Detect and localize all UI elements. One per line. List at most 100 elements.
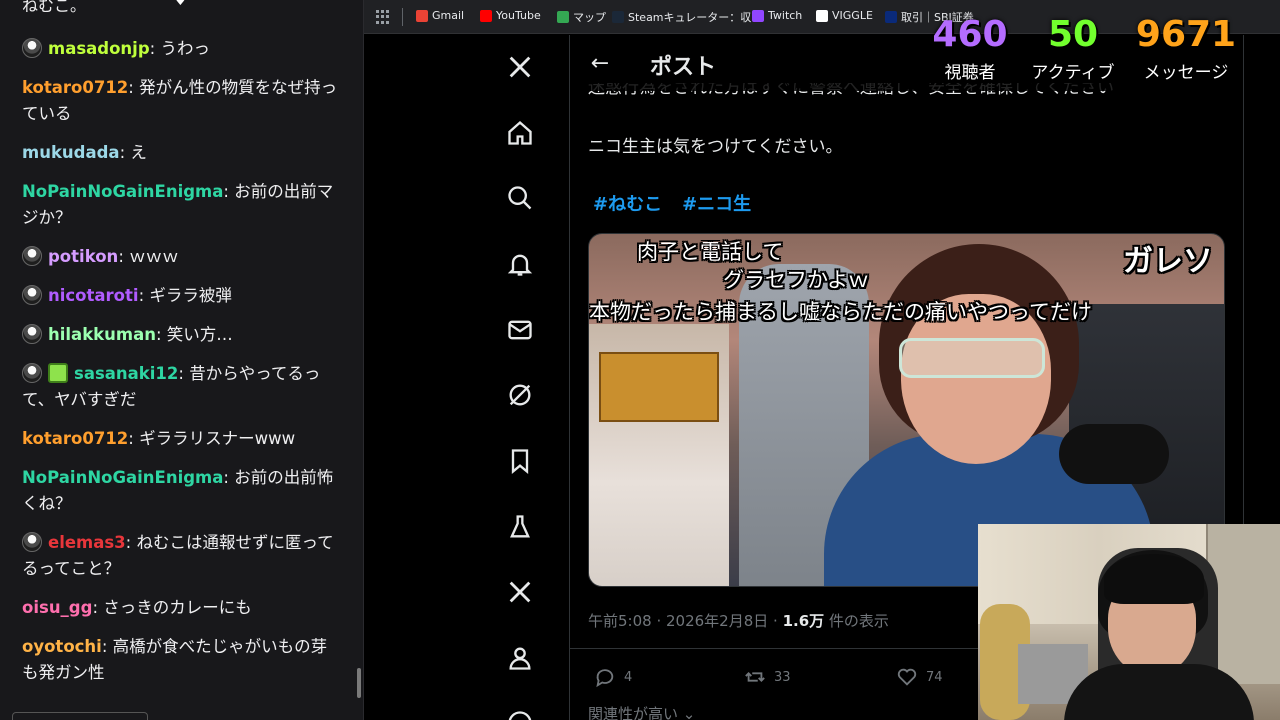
favicon-icon [885,11,897,23]
bookmark-item[interactable]: マップ [557,9,606,25]
bookmark-item[interactable]: Gmail [416,9,464,22]
favicon-icon [816,9,828,22]
more-icon[interactable] [502,705,538,720]
chat-username[interactable]: oyotochi [22,637,102,656]
search-icon[interactable] [502,180,538,216]
video-watermark: ガレソ [1123,244,1213,279]
flask-icon[interactable] [502,509,538,545]
chat-username[interactable]: potikon [48,247,118,266]
stat-value: 460 [932,14,1008,55]
chat-text: ギララリスナーwww [139,429,296,448]
chat-message: sasanaki12: 昔からやってるって、ヤバすぎだ [22,363,321,409]
x-premium-icon[interactable] [502,574,538,610]
chat-message: hilakkuman: 笑い方… [22,322,340,348]
chat-text: さっきのカレーにも [103,598,252,617]
hashtags: #ねむこ #ニコ生 [593,190,751,216]
bookmark-item[interactable]: YouTube [480,9,541,22]
stat-value: 9671 [1135,14,1237,55]
like-button[interactable]: 74 [896,666,943,688]
home-icon[interactable] [502,115,538,151]
chat-username[interactable]: kotaro0712 [22,78,128,97]
webcam-overlay [978,524,1280,720]
bookmark-item[interactable]: VIGGLE [816,9,873,22]
chat-message: masadonjp: うわっ [22,36,340,62]
bookmark-label: YouTube [496,9,541,22]
owl-badge-icon [22,532,42,552]
heart-icon [897,668,917,686]
video-caption: グラセフかよｗ [723,268,869,292]
chat-input-frame[interactable] [12,712,148,720]
chat-username[interactable]: oisu_gg [22,598,92,617]
repost-button[interactable]: 33 [744,666,791,688]
chat-text: うわっ [160,39,210,58]
favicon-icon [557,11,569,23]
microphone [1059,424,1169,484]
mail-icon[interactable] [502,312,538,348]
chat-username[interactable]: elemas3 [48,533,126,552]
heart-icon: ♥ [175,0,186,8]
chat-text: え [130,143,147,162]
favicon-icon [612,11,624,23]
chat-username[interactable]: NoPainNoGainEnigma [22,468,223,487]
view-count: 1.6万 [782,612,825,630]
bookmark-label: Twitch [768,9,803,22]
chat-panel: ♥ ねむこ。 masadonjp: うわっ kotaro0712: 発がん性の物質… [0,0,364,720]
chat-message: kotaro0712: 発がん性の物質をなぜ持っている [22,78,338,123]
stat-label: 視聴者 [944,63,996,83]
owl-badge-icon [22,324,42,344]
bookmark-item[interactable]: Steamキュレーター：収… [612,9,762,25]
bookmark-label: VIGGLE [832,9,873,22]
hashtag-link[interactable]: #ねむこ [593,190,662,216]
bookmark-divider [402,8,403,26]
stat-block: 460 視聴者 [910,14,1030,83]
grok-icon[interactable] [502,377,538,413]
chat-message: NoPainNoGainEnigma: お前の出前マジか？ [22,182,334,227]
chat-username[interactable]: nicotaroti [48,286,139,305]
owl-badge-icon [22,363,42,383]
reply-button[interactable]: 4 [594,666,632,688]
gift-badge-icon [48,363,68,383]
favicon-icon [480,9,492,22]
repost-icon [745,672,765,682]
chat-message: oyotochi: 高橋が食べたじゃがいもの芽も発ガン性 [22,637,328,682]
chat-message: elemas3: ねむこは通報せずに匿ってるってこと？ [22,532,334,578]
stat-block: 50 アクティブ [1013,14,1133,83]
bookmark-label: マップ [573,11,606,24]
owl-badge-icon [22,38,42,58]
chat-username[interactable]: masadonjp [48,39,150,58]
bookmark-label: Gmail [432,9,465,22]
chat-username[interactable]: kotaro0712 [22,429,128,448]
profile-icon[interactable] [502,640,538,676]
video-caption: 肉子と電話して [637,240,784,264]
chat-username[interactable]: hilakkuman [48,325,156,344]
apps-grid-icon[interactable] [376,10,390,24]
bookmark-item[interactable]: Twitch [752,9,802,22]
video-caption: 本物だったら捕まるし嘘ならただの痛いやつってだけ [589,300,1092,324]
chevron-down-icon: ⌄ [678,705,696,720]
bookmark-icon[interactable] [502,443,538,479]
x-sidebar-nav [502,35,538,720]
chat-username[interactable]: NoPainNoGainEnigma [22,182,223,201]
chat-text: 笑い方… [166,325,233,344]
chat-message-clipped: ねむこ。 [22,0,87,15]
chat-username[interactable]: mukudada [22,143,120,162]
stat-label: メッセージ [1143,63,1229,83]
chat-text: ｗｗｗ [129,247,179,266]
stat-value: 50 [1047,14,1099,55]
bell-icon[interactable] [502,246,538,282]
back-arrow-icon[interactable]: ← [588,51,612,76]
post-text: ニコ生主は気をつけてください。 [588,137,843,157]
post-actions: 4 33 74 [588,666,988,690]
chat-message: kotaro0712: ギララリスナーwww [22,429,296,448]
chat-username[interactable]: sasanaki12 [74,364,178,383]
x-logo-icon[interactable] [502,49,538,85]
bookmark-label: Steamキュレーター：収… [628,11,763,24]
reply-icon [596,669,614,688]
owl-badge-icon [22,285,42,305]
chat-scrollbar[interactable] [357,668,361,698]
chat-message-list: masadonjp: うわっ kotaro0712: 発がん性の物質をなぜ持ってい… [22,36,340,699]
stat-block: 9671 メッセージ [1126,14,1246,83]
post-meta: 午前5:08 · 2026年2月8日 · 1.6万 件の表示 [588,612,889,630]
hashtag-link[interactable]: #ニコ生 [682,190,751,216]
reply-sort-dropdown[interactable]: 関連性が高い ⌄ [588,703,695,720]
